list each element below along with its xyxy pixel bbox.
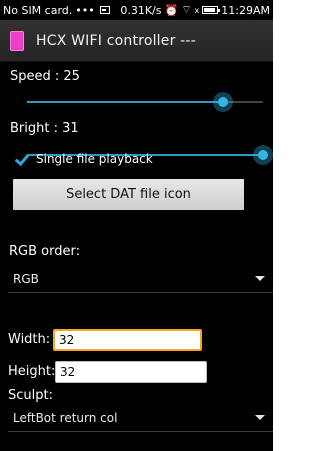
sculpt-select[interactable]: LeftBot return col [8,404,273,432]
speed-label: Speed : 25 [10,69,80,84]
bright-slider-thumb[interactable] [253,145,273,165]
network-speed: 0.31K/s [120,3,162,17]
sculpt-label: Sculpt: [8,388,53,403]
rgb-order-select[interactable]: RGB [8,265,273,293]
height-input[interactable]: 32 [55,361,207,383]
app-title-bar: HCX WIFI controller --- [0,20,273,62]
speed-slider-track-filled [27,101,223,103]
dropdown-caret-icon [255,415,265,420]
bright-label: Bright : 31 [10,121,79,136]
width-label: Width: [8,332,51,347]
dropdown-caret-icon [255,276,265,281]
notification-dots: ••• [75,3,95,17]
status-bar: No SIM card. ••• 0.31K/s ⏰ ⌔ x 11:29AM [0,0,273,20]
no-signal-icon: x [194,5,200,15]
width-input[interactable]: 32 [53,329,202,351]
wifi-icon: ⌔ [181,3,192,16]
single-file-playback-label: Single file playback [36,152,153,166]
speed-slider-thumb[interactable] [213,92,233,112]
select-dat-file-button[interactable]: Select DAT file icon [13,179,244,210]
rgb-order-value: RGB [13,271,39,286]
playback-settings-panel: Speed : 25 Bright : 31 Single file playb… [0,62,273,242]
clock-time: 11:29AM [221,3,270,17]
checkmark-icon [14,152,28,166]
sculpt-value: LeftBot return col [13,410,118,425]
alarm-icon: ⏰ [164,3,179,17]
image-notification-icon [99,6,110,14]
carrier-text: No SIM card. [3,3,73,17]
battery-icon [202,6,221,14]
app-title: HCX WIFI controller --- [36,32,196,49]
rgb-order-label: RGB order: [9,244,80,259]
single-file-playback-checkbox[interactable]: Single file playback [14,152,153,166]
app-icon [10,30,24,51]
display-settings-panel: RGB order: RGB Width: 32 Height: 32 Scul… [0,242,273,451]
height-label: Height: [8,364,56,379]
